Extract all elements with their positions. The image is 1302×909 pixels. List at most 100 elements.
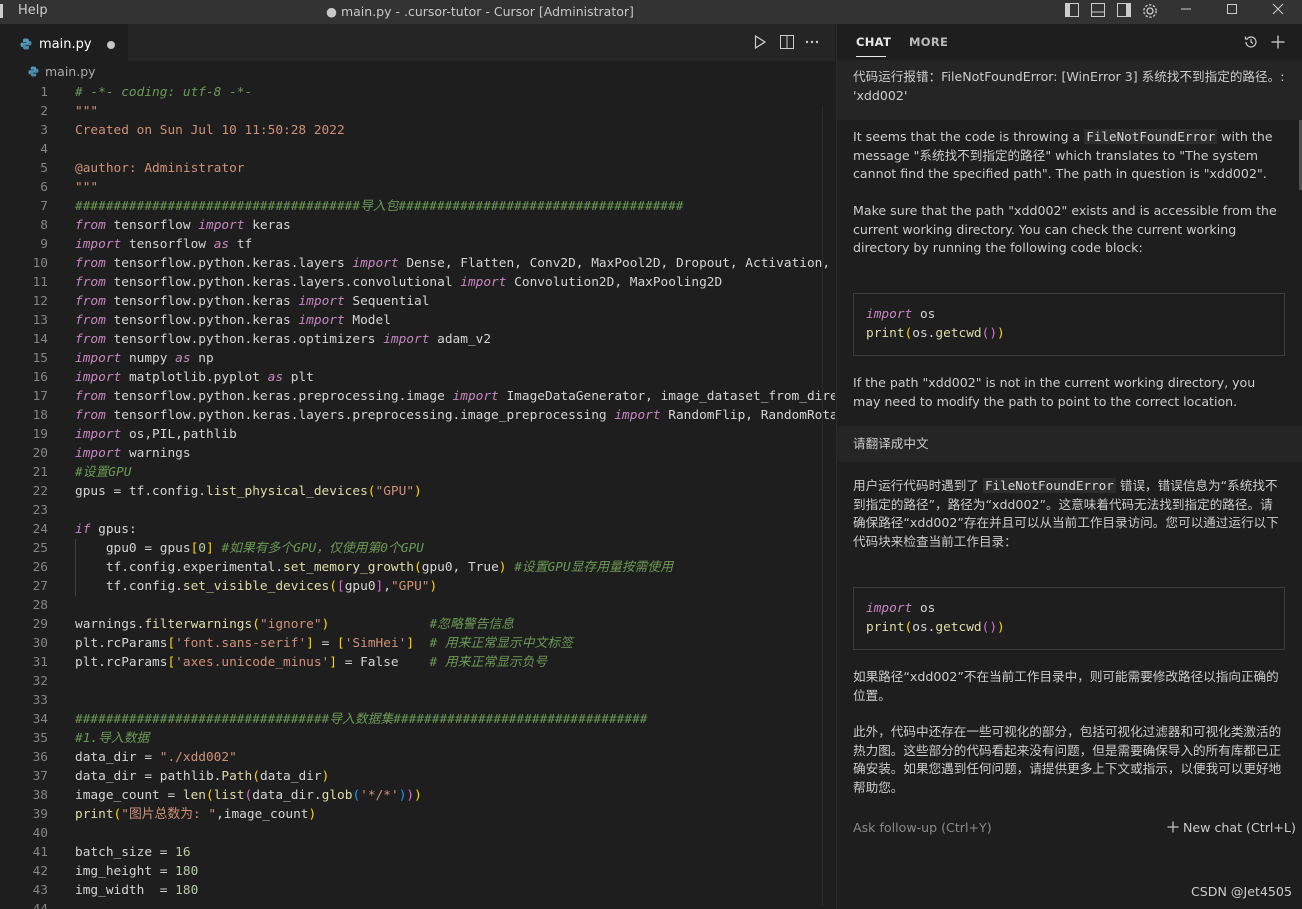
code-line[interactable]: 40 bbox=[0, 824, 835, 843]
code-token: ) bbox=[414, 788, 422, 803]
code-line[interactable]: 2 """ bbox=[0, 102, 835, 121]
code-line[interactable]: 14 from tensorflow.python.keras.optimizer… bbox=[0, 330, 835, 349]
code-token: as bbox=[267, 370, 284, 385]
code-line[interactable]: 10 from tensorflow.python.keras.layers im… bbox=[0, 254, 835, 273]
code-line[interactable]: 18 from tensorflow.python.keras.layers.pr… bbox=[0, 406, 835, 425]
code-line[interactable]: 41 batch_size = 16 bbox=[0, 843, 835, 862]
line-number: 29 bbox=[32, 617, 48, 632]
code-line[interactable]: 29 warnings.filterwarnings("ignore") #忽略警… bbox=[0, 615, 835, 634]
tab-more[interactable]: MORE bbox=[909, 35, 948, 49]
line-number: 22 bbox=[32, 484, 48, 499]
code-bracket: ) bbox=[997, 326, 1005, 341]
code-line[interactable]: 13 from tensorflow.python.keras import Mo… bbox=[0, 311, 835, 330]
toggle-secondary-sidebar-icon[interactable] bbox=[1116, 3, 1132, 19]
code-line[interactable]: 36 data_dir = "./xdd002" bbox=[0, 748, 835, 767]
code-token: tf bbox=[229, 237, 253, 252]
line-source: #####################################导入包… bbox=[75, 197, 684, 216]
window-title: ● main.py - .cursor-tutor - Cursor [Admi… bbox=[326, 4, 634, 19]
line-source: image_count = len(list(data_dir.glob('*/… bbox=[75, 786, 422, 805]
code-token: ] bbox=[406, 636, 415, 651]
code-line[interactable]: 23 bbox=[0, 501, 835, 520]
code-line[interactable]: 11 from tensorflow.python.keras.layers.co… bbox=[0, 273, 835, 292]
follow-up-input[interactable]: Ask follow-up (Ctrl+Y) bbox=[853, 820, 992, 835]
code-token: import bbox=[75, 427, 122, 442]
code-line[interactable]: 15 import numpy as np bbox=[0, 349, 835, 368]
code-line[interactable]: 28 bbox=[0, 596, 835, 615]
code-line[interactable]: 30 plt.rcParams['font.sans-serif'] = ['Si… bbox=[0, 634, 835, 653]
code-token: tf.config. bbox=[75, 579, 183, 594]
line-number: 14 bbox=[32, 332, 48, 347]
code-line[interactable]: 43 img_width = 180 bbox=[0, 881, 835, 900]
code-token: ImageDataGenerator, image_dataset_from_d… bbox=[506, 389, 835, 404]
code-line[interactable]: 39 print("图片总数为: ",image_count) bbox=[0, 805, 835, 824]
editor-scrollbar[interactable] bbox=[822, 106, 835, 906]
code-line[interactable]: 26 tf.config.experimental.set_memory_gro… bbox=[0, 558, 835, 577]
code-line[interactable]: 22 gpus = tf.config.list_physical_devices… bbox=[0, 482, 835, 501]
code-token: gpu0 bbox=[344, 579, 376, 594]
code-line[interactable]: 35 #1.导入数据 bbox=[0, 729, 835, 748]
maximize-icon[interactable] bbox=[1224, 3, 1240, 19]
code-token: import bbox=[352, 256, 399, 271]
customize-layout-icon[interactable] bbox=[1142, 3, 1158, 19]
tab-chat[interactable]: CHAT bbox=[856, 35, 891, 49]
code-line[interactable]: 44 bbox=[0, 900, 835, 909]
code-line[interactable]: 25 gpu0 = gpus[0] #如果有多个GPU，仅使用第0个GPU bbox=[0, 539, 835, 558]
code-line[interactable]: 4 bbox=[0, 140, 835, 159]
unsaved-dot-icon[interactable] bbox=[107, 41, 115, 49]
user-message: 请翻译成中文 bbox=[853, 436, 929, 451]
line-source: if gpus: bbox=[75, 520, 137, 539]
history-icon[interactable] bbox=[1243, 34, 1259, 54]
line-source: data_dir = "./xdd002" bbox=[75, 748, 237, 767]
code-line[interactable]: 9 import tensorflow as tf bbox=[0, 235, 835, 254]
code-line[interactable]: 37 data_dir = pathlib.Path(data_dir) bbox=[0, 767, 835, 786]
code-token: if bbox=[75, 522, 91, 537]
run-icon[interactable] bbox=[752, 34, 768, 50]
code-line[interactable]: 33 bbox=[0, 691, 835, 710]
close-icon[interactable] bbox=[1270, 3, 1286, 19]
more-actions-icon[interactable] bbox=[804, 34, 820, 50]
tab-main-py[interactable]: main.py bbox=[0, 24, 128, 63]
code-line[interactable]: 19 import os,PIL,pathlib bbox=[0, 425, 835, 444]
toggle-primary-sidebar-icon[interactable] bbox=[1064, 3, 1080, 19]
code-line[interactable]: 42 img_height = 180 bbox=[0, 862, 835, 881]
code-token: 'axes.unicode_minus' bbox=[175, 655, 330, 670]
code-token: Dense, Flatten, Conv2D, MaxPool2D, Dropo… bbox=[406, 256, 831, 271]
code-line[interactable]: 21 #设置GPU bbox=[0, 463, 835, 482]
code-line[interactable]: 20 import warnings bbox=[0, 444, 835, 463]
code-line[interactable]: 38 image_count = len(list(data_dir.glob('… bbox=[0, 786, 835, 805]
code-line[interactable]: 31 plt.rcParams['axes.unicode_minus'] = F… bbox=[0, 653, 835, 672]
code-block[interactable]: import os print(os.getcwd()) bbox=[853, 293, 1285, 356]
code-line[interactable]: 17 from tensorflow.python.keras.preproces… bbox=[0, 387, 835, 406]
code-token: gpu0 = gpus bbox=[75, 541, 191, 556]
split-editor-icon[interactable] bbox=[779, 34, 795, 50]
code-function: getcwd bbox=[935, 326, 982, 341]
code-token: import bbox=[460, 275, 507, 290]
new-chat-plus-icon[interactable] bbox=[1270, 34, 1286, 54]
code-line[interactable]: 27 tf.config.set_visible_devices([gpu0],… bbox=[0, 577, 835, 596]
code-line[interactable]: 7 #####################################导入… bbox=[0, 197, 835, 216]
code-line[interactable]: 6 """ bbox=[0, 178, 835, 197]
minimize-icon[interactable] bbox=[1178, 3, 1194, 19]
code-editor[interactable]: 1 # -*- coding: utf-8 -*- 2 """ 3 Created on … bbox=[0, 82, 835, 909]
code-token: from bbox=[75, 332, 106, 347]
code-line[interactable]: 8 from tensorflow import keras bbox=[0, 216, 835, 235]
line-number: 37 bbox=[32, 769, 48, 784]
code-line[interactable]: 1 # -*- coding: utf-8 -*- bbox=[0, 83, 835, 102]
code-line[interactable]: 32 bbox=[0, 672, 835, 691]
code-line[interactable]: 12 from tensorflow.python.keras import Se… bbox=[0, 292, 835, 311]
code-token: ( bbox=[252, 769, 260, 784]
code-block[interactable]: import os print(os.getcwd()) bbox=[853, 587, 1285, 650]
breadcrumb-file[interactable]: main.py bbox=[45, 64, 96, 79]
code-token: [ bbox=[336, 579, 345, 594]
line-source: #设置GPU bbox=[75, 463, 131, 482]
code-line[interactable]: 34 #################################导入数据集… bbox=[0, 710, 835, 729]
toggle-panel-icon[interactable] bbox=[1090, 3, 1106, 19]
line-source: warnings.filterwarnings("ignore") #忽略警告信… bbox=[75, 615, 514, 634]
line-source: #################################导入数据集##… bbox=[75, 710, 647, 729]
code-line[interactable]: 16 import matplotlib.pyplot as plt bbox=[0, 368, 835, 387]
code-token: from bbox=[75, 218, 106, 233]
code-line[interactable]: 3 Created on Sun Jul 10 11:50:28 2022 bbox=[0, 121, 835, 140]
code-line[interactable]: 5 @author: Administrator bbox=[0, 159, 835, 178]
code-line[interactable]: 24 if gpus: bbox=[0, 520, 835, 539]
new-chat-button[interactable]: New chat (Ctrl+L) bbox=[1167, 820, 1296, 835]
